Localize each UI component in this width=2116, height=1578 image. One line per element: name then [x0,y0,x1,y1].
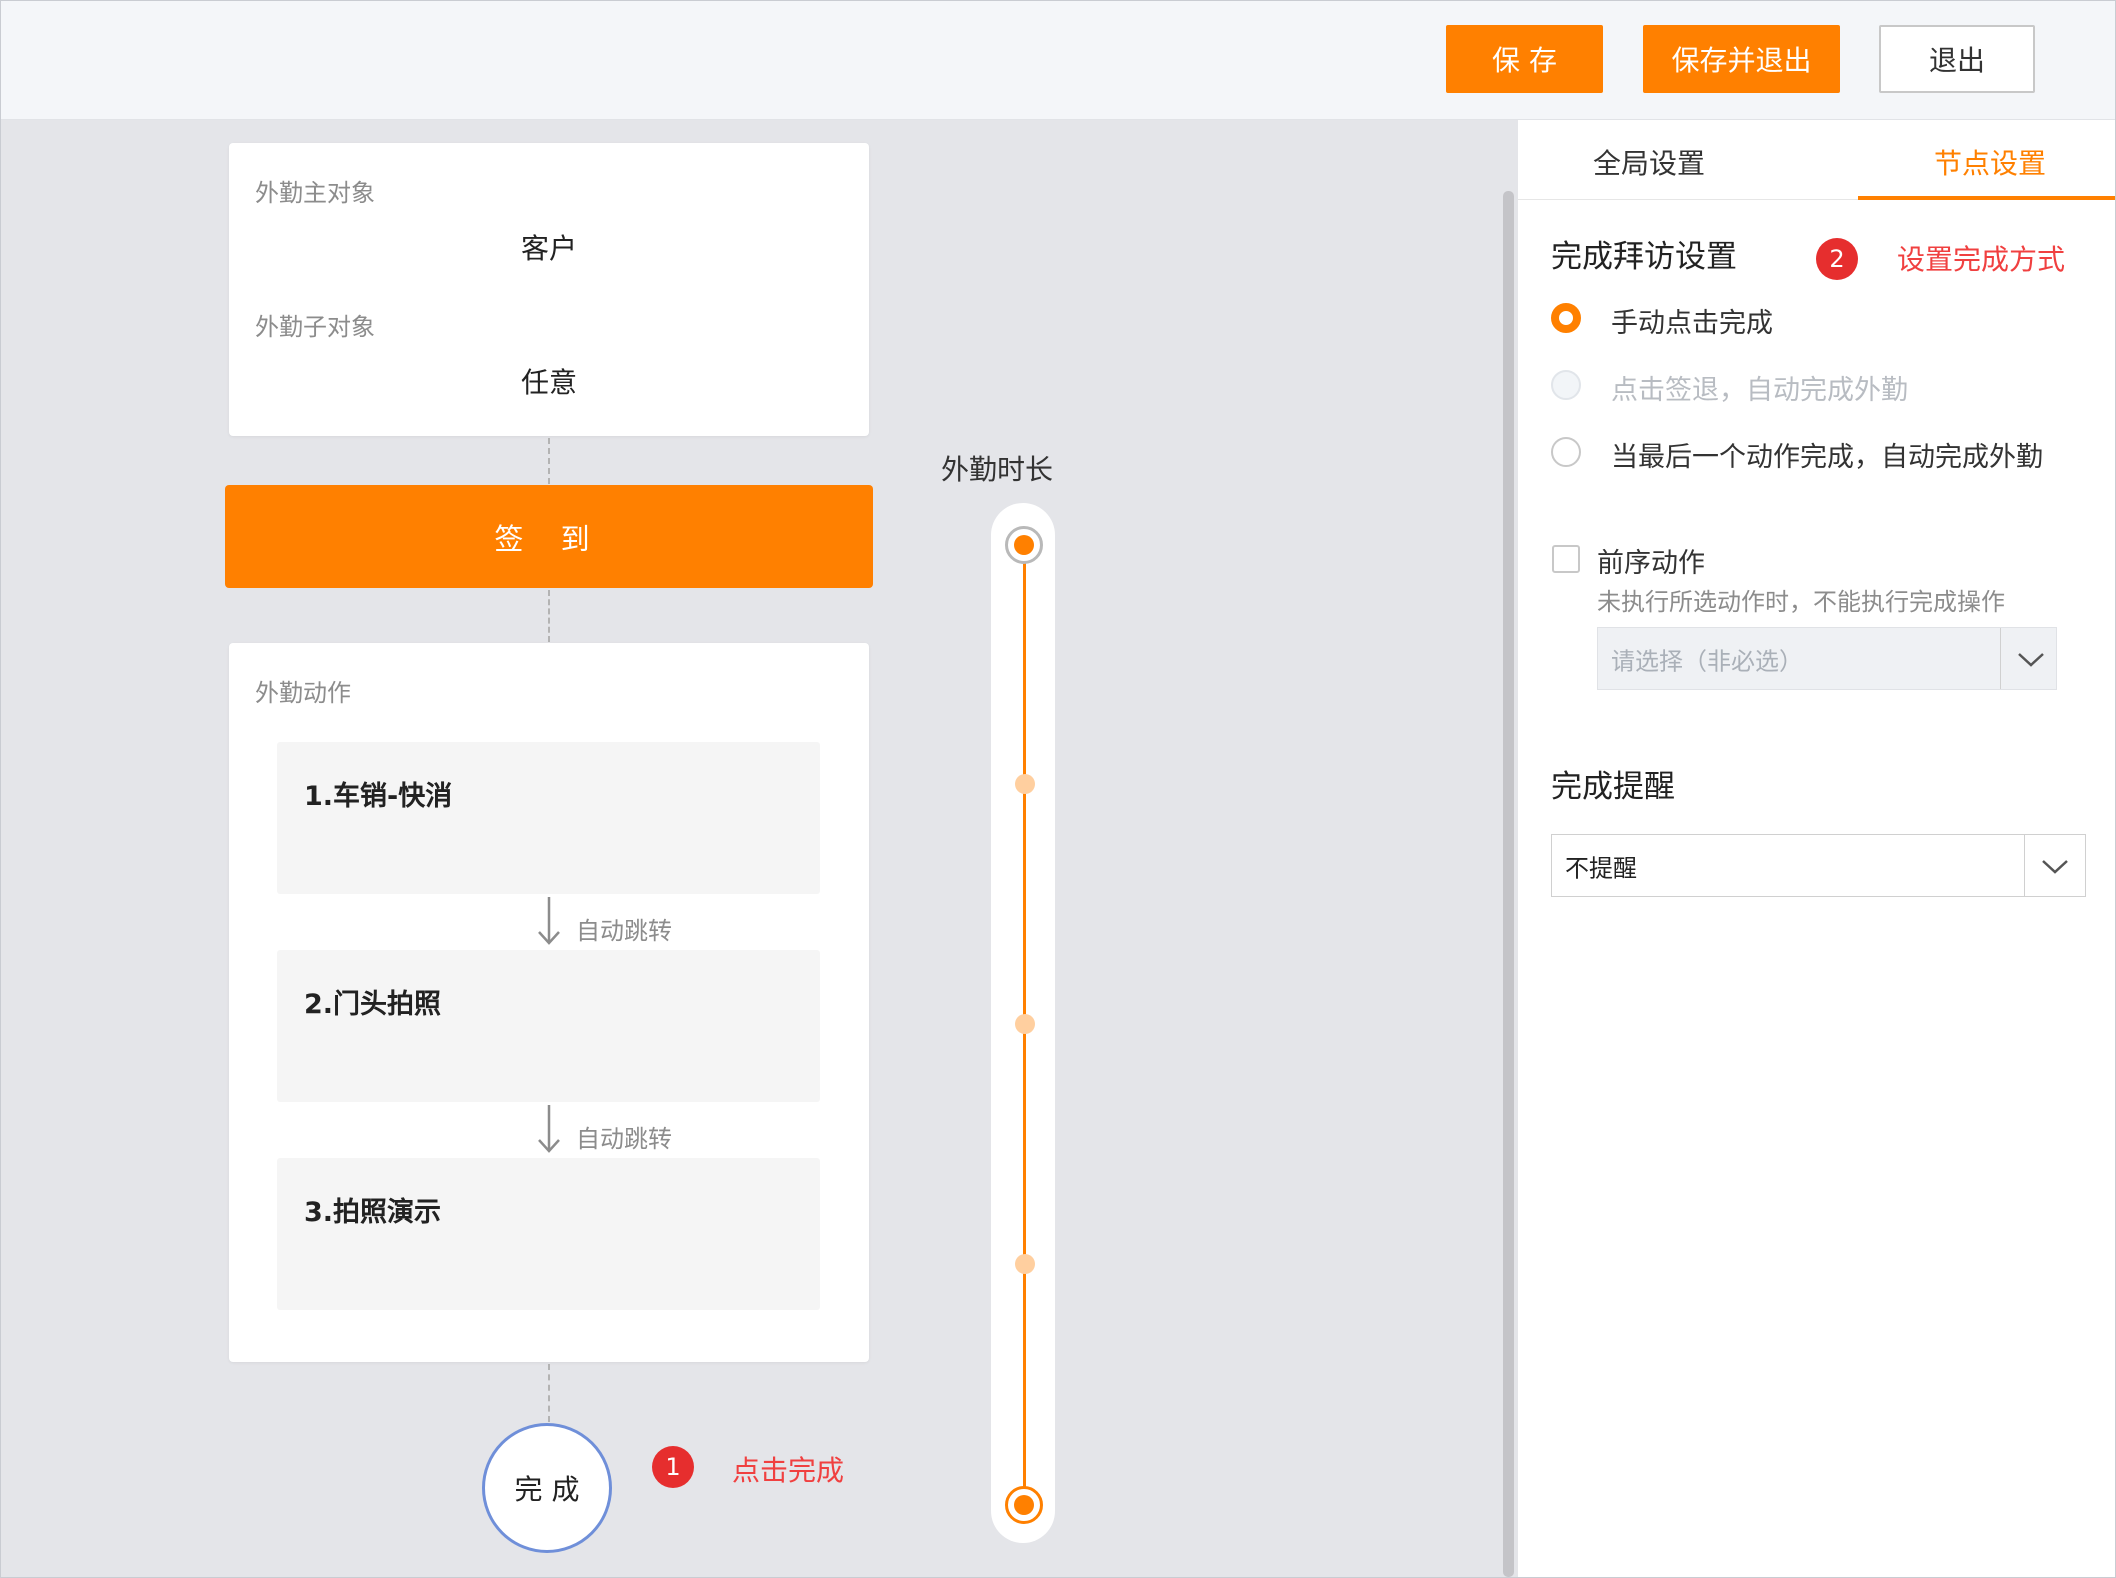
duration-title: 外勤时长 [941,453,1054,486]
action-item[interactable]: 2.门头拍照 [277,950,820,1102]
auto-jump-label: 自动跳转 [576,917,672,945]
canvas-scrollbar[interactable] [1503,191,1514,1577]
reminder-title: 完成提醒 [1551,769,1675,805]
radio-last-action-finish[interactable] [1551,437,1581,467]
main-object-value: 客户 [520,232,577,265]
finish-node[interactable]: 完 成 [482,1423,612,1553]
arrow-down-icon [538,1105,560,1153]
radio-manual-finish[interactable] [1551,303,1581,333]
reminder-value: 不提醒 [1565,854,1637,882]
prev-action-placeholder: 请选择（非必选） [1611,647,1803,675]
annotation-text-2: 设置完成方式 [1897,243,2066,276]
action-item[interactable]: 3.拍照演示 [277,1158,820,1310]
settings-panel: 全局设置 节点设置 完成拜访设置 2 设置完成方式 手动点击完成 点击签退，自动… [1518,120,2115,1577]
radio-checkout-finish [1551,370,1581,400]
save-button[interactable]: 保 存 [1446,25,1603,93]
reminder-select[interactable]: 不提醒 [1551,834,2086,897]
actions-label: 外勤动作 [255,679,351,707]
timeline-start-marker [1005,526,1043,564]
finish-visit-title: 完成拜访设置 [1551,239,1737,275]
prev-action-select: 请选择（非必选） [1597,627,2057,690]
chevron-down-icon [2018,653,2044,667]
annotation-badge-1: 1 [652,1446,694,1488]
connector-line [548,438,550,484]
annotation-badge-2: 2 [1816,238,1858,280]
object-card[interactable]: 外勤主对象 客户 外勤子对象 任意 [229,143,869,436]
sub-object-label: 外勤子对象 [255,313,375,341]
chevron-down-icon[interactable] [2040,855,2070,877]
prev-action-label[interactable]: 前序动作 [1597,541,1705,580]
sub-object-value: 任意 [520,366,577,399]
top-toolbar: 保 存 保存并退出 退出 [1,1,2115,120]
action-title: 2.门头拍照 [304,989,442,1020]
action-title: 1.车销-快消 [304,781,453,812]
select-divider [2024,835,2025,896]
action-title: 3.拍照演示 [304,1197,442,1228]
timeline-point [1015,1014,1035,1034]
main-object-label: 外勤主对象 [255,179,375,207]
prev-action-hint: 未执行所选动作时，不能执行完成操作 [1597,588,2005,616]
arrow-down-icon [538,897,560,945]
timeline-end-marker [1005,1486,1043,1524]
connector-line [548,590,550,642]
radio-last-action-finish-label[interactable]: 当最后一个动作完成，自动完成外勤 [1611,435,2043,474]
tab-node-settings[interactable]: 节点设置 [1934,142,2046,182]
timeline-point [1015,1254,1035,1274]
action-item[interactable]: 1.车销-快消 [277,742,820,894]
active-tab-indicator [1858,196,2115,200]
radio-manual-finish-label[interactable]: 手动点击完成 [1611,301,1773,340]
select-divider [2000,628,2001,689]
prev-action-checkbox[interactable] [1552,545,1580,573]
radio-checkout-finish-label: 点击签退，自动完成外勤 [1611,375,1908,406]
auto-jump-label: 自动跳转 [576,1125,672,1153]
tab-global-settings[interactable]: 全局设置 [1593,142,1705,182]
connector-line [548,1364,550,1422]
timeline-point [1015,774,1035,794]
annotation-text-1: 点击完成 [732,1454,845,1487]
app-frame: 保 存 保存并退出 退出 外勤主对象 客户 外勤子对象 任意 签 到 外勤动作 … [0,0,2116,1578]
exit-button[interactable]: 退出 [1879,25,2035,93]
save-and-exit-button[interactable]: 保存并退出 [1643,25,1840,93]
checkin-node[interactable]: 签 到 [225,485,873,588]
